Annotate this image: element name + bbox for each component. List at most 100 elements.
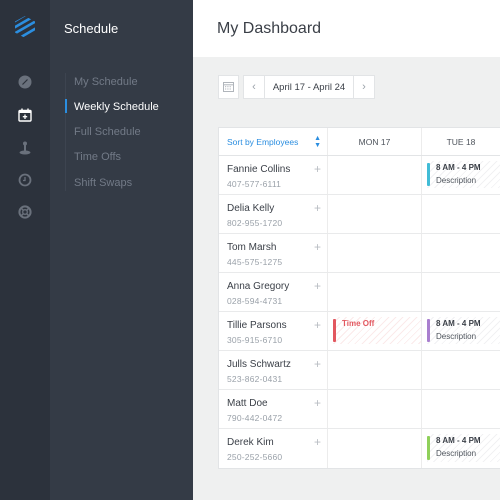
table-row: Matt Doe 790-442-0472 + <box>219 390 500 429</box>
sort-arrows-icon: ▲ ▼ <box>314 134 321 149</box>
date-range-label[interactable]: April 17 - April 24 <box>265 75 353 99</box>
icon-rail <box>0 0 50 500</box>
next-week-button[interactable]: › <box>353 75 375 99</box>
employee-cell: Anna Gregory 028-594-4731 + <box>219 273 328 311</box>
employee-cell: Tom Marsh 445-575-1275 + <box>219 234 328 272</box>
add-shift-icon[interactable]: + <box>314 240 321 254</box>
shift-color-bar <box>333 319 336 342</box>
day-cell-mon[interactable] <box>328 156 422 194</box>
subnav-divider <box>65 73 66 191</box>
table-row: Tom Marsh 445-575-1275 + <box>219 234 500 273</box>
calendar-button[interactable] <box>218 75 239 99</box>
shift-description: Description <box>436 332 477 341</box>
employee-phone: 407-577-6111 <box>227 179 282 189</box>
clock-icon[interactable] <box>16 171 34 189</box>
employee-name[interactable]: Derek Kim <box>227 437 327 448</box>
subnav-item-full-schedule[interactable]: Full Schedule <box>74 126 141 138</box>
shift-color-bar <box>427 163 430 186</box>
employee-name[interactable]: Fannie Collins <box>227 164 327 175</box>
employee-name[interactable]: Matt Doe <box>227 398 327 409</box>
sort-by-employees-select[interactable]: Sort by Employees ▲ ▼ <box>219 128 328 155</box>
add-shift-icon[interactable]: + <box>314 396 321 410</box>
subnav-item-time-offs[interactable]: Time Offs <box>74 151 121 163</box>
shift-block[interactable]: 8 AM - 4 PM Description <box>427 317 500 344</box>
shift-time: 8 AM - 4 PM <box>436 436 481 445</box>
employee-name[interactable]: Julls Schwartz <box>227 359 327 370</box>
logo-icon[interactable] <box>14 16 36 38</box>
day-cell-tue[interactable] <box>422 390 500 428</box>
add-shift-icon[interactable]: + <box>314 435 321 449</box>
day-cell-tue[interactable] <box>422 351 500 389</box>
day-cell-mon[interactable] <box>328 390 422 428</box>
shift-time: Time Off <box>342 319 375 328</box>
day-header-mon: MON 17 <box>328 128 422 155</box>
day-cell-tue[interactable]: 8 AM - 4 PM Description <box>422 156 500 194</box>
subnav-title: Schedule <box>64 21 119 36</box>
table-header: Sort by Employees ▲ ▼ MON 17 TUE 18 <box>219 128 500 156</box>
day-cell-tue[interactable]: 8 AM - 4 PM Description <box>422 312 500 350</box>
shift-time: 8 AM - 4 PM <box>436 319 481 328</box>
employee-phone: 250-252-5660 <box>227 452 283 462</box>
table-row: Derek Kim 250-252-5660 + 8 AM - 4 PM Desc… <box>219 429 500 468</box>
employee-phone: 523-862-0431 <box>227 374 283 384</box>
sort-label: Sort by Employees <box>227 136 299 147</box>
subnav-item-weekly-schedule[interactable]: Weekly Schedule <box>74 101 159 113</box>
employee-phone: 445-575-1275 <box>227 257 283 267</box>
employee-cell: Derek Kim 250-252-5660 + <box>219 429 328 468</box>
table-row: Delia Kelly 802-955-1720 + <box>219 195 500 234</box>
date-toolbar: ‹ April 17 - April 24 › <box>218 75 375 99</box>
table-row: Julls Schwartz 523-862-0431 + <box>219 351 500 390</box>
employee-cell: Tillie Parsons 305-915-6710 + <box>219 312 328 350</box>
day-cell-mon[interactable] <box>328 429 422 468</box>
employee-phone: 790-442-0472 <box>227 413 283 423</box>
joystick-icon[interactable] <box>16 139 34 157</box>
employee-name[interactable]: Delia Kelly <box>227 203 327 214</box>
day-cell-mon[interactable] <box>328 234 422 272</box>
calendar-add-icon[interactable] <box>16 106 34 124</box>
day-cell-mon[interactable] <box>328 195 422 233</box>
employee-cell: Julls Schwartz 523-862-0431 + <box>219 351 328 389</box>
employee-cell: Matt Doe 790-442-0472 + <box>219 390 328 428</box>
employee-name[interactable]: Anna Gregory <box>227 281 327 292</box>
shift-color-bar <box>427 436 430 460</box>
add-shift-icon[interactable]: + <box>314 279 321 293</box>
day-cell-mon[interactable] <box>328 351 422 389</box>
employee-phone: 305-915-6710 <box>227 335 283 345</box>
subnav-item-shift-swaps[interactable]: Shift Swaps <box>74 177 132 189</box>
employee-name[interactable]: Tillie Parsons <box>227 320 327 331</box>
time-off-block[interactable]: Time Off <box>333 317 421 344</box>
add-shift-icon[interactable]: + <box>314 201 321 215</box>
employee-phone: 028-594-4731 <box>227 296 283 306</box>
shift-color-bar <box>427 319 430 342</box>
day-cell-mon[interactable] <box>328 273 422 311</box>
lifebuoy-icon[interactable] <box>16 203 34 221</box>
page-title: My Dashboard <box>217 20 322 37</box>
table-row: Fannie Collins 407-577-6111 + 8 AM - 4 P… <box>219 156 500 195</box>
add-shift-icon[interactable]: + <box>314 162 321 176</box>
day-cell-tue[interactable]: 8 AM - 4 PM Description <box>422 429 500 468</box>
page-header: My Dashboard <box>193 0 500 57</box>
prev-week-button[interactable]: ‹ <box>243 75 265 99</box>
shift-description: Description <box>436 176 477 185</box>
shift-block[interactable]: 8 AM - 4 PM Description <box>427 161 500 188</box>
day-cell-tue[interactable] <box>422 234 500 272</box>
employee-name[interactable]: Tom Marsh <box>227 242 327 253</box>
shift-description: Description <box>436 449 477 458</box>
compass-icon[interactable] <box>16 73 34 91</box>
subnav-item-my-schedule[interactable]: My Schedule <box>74 76 138 88</box>
add-shift-icon[interactable]: + <box>314 357 321 371</box>
active-indicator <box>65 99 67 113</box>
day-header-tue: TUE 18 <box>446 136 476 147</box>
add-shift-icon[interactable]: + <box>314 318 321 332</box>
table-row: Anna Gregory 028-594-4731 + <box>219 273 500 312</box>
day-cell-mon[interactable]: Time Off <box>328 312 422 350</box>
date-range-nav: ‹ April 17 - April 24 › <box>243 75 375 99</box>
employee-cell: Delia Kelly 802-955-1720 + <box>219 195 328 233</box>
employee-phone: 802-955-1720 <box>227 218 283 228</box>
day-cell-tue[interactable] <box>422 273 500 311</box>
shift-time: 8 AM - 4 PM <box>436 163 481 172</box>
shift-block[interactable]: 8 AM - 4 PM Description <box>427 434 500 462</box>
table-row: Tillie Parsons 305-915-6710 + Time Off 8… <box>219 312 500 351</box>
day-cell-tue[interactable] <box>422 195 500 233</box>
calendar-icon <box>223 82 234 92</box>
